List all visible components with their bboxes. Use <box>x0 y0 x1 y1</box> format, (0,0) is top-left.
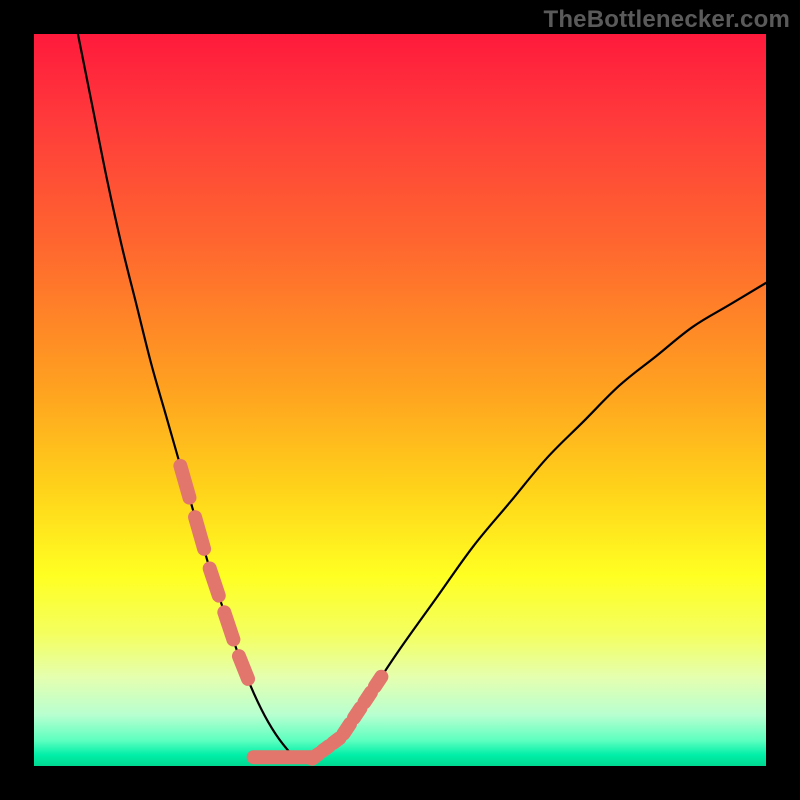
bottleneck-chart <box>0 0 800 800</box>
highlight-dash-left <box>224 612 233 639</box>
highlight-dash-right <box>364 692 370 702</box>
plot-background <box>34 34 766 766</box>
watermark-text: TheBottlenecker.com <box>543 6 790 34</box>
highlight-dash-right <box>333 738 339 743</box>
highlight-dash-right <box>354 708 360 718</box>
highlight-dash-right <box>375 677 381 687</box>
highlight-dash-left <box>239 656 248 679</box>
highlight-dash-left <box>210 568 219 595</box>
highlight-dash-left <box>180 466 189 498</box>
highlight-dash-right <box>344 724 350 734</box>
highlight-dash-left <box>195 517 204 549</box>
chart-stage: TheBottlenecker.com <box>0 0 800 800</box>
